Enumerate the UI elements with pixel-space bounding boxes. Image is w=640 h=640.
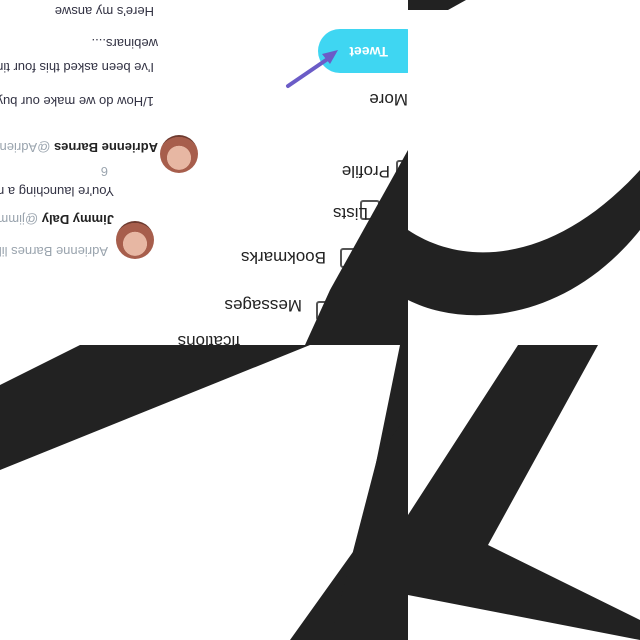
twitter-screenshot-fragment: Tweet More Profile Lists Bookmarks Messa… xyxy=(0,0,408,345)
curve-shape xyxy=(408,0,640,316)
stroke-fragment xyxy=(0,345,408,640)
black-stroke-shape xyxy=(305,150,408,345)
letter-shape xyxy=(408,345,640,640)
letter-fragment xyxy=(408,345,640,640)
curve-fragment xyxy=(408,0,640,345)
stroke-shape xyxy=(0,345,408,640)
